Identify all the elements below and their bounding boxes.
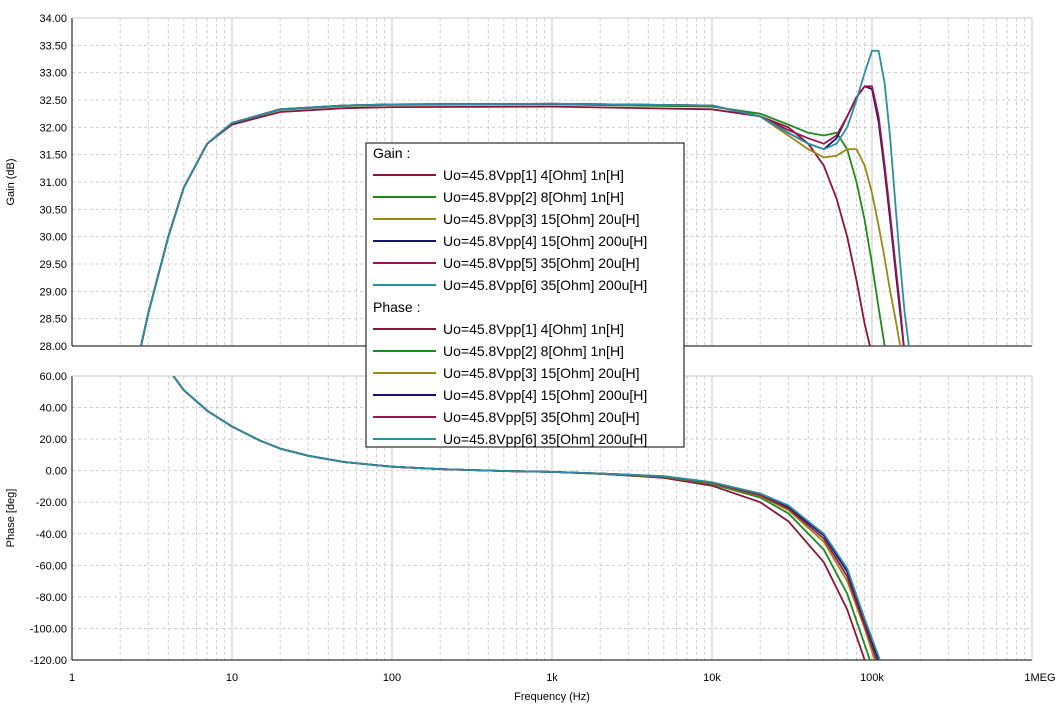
x-tick-label: 100k <box>860 672 884 684</box>
legend-entry: Uo=45.8Vpp[2] 8[Ohm] 1n[H] <box>443 189 624 205</box>
y-tick-label: 60.00 <box>39 371 67 383</box>
chart-root: Gain : Uo=45.8Vpp[1] 4[Ohm] 1n[H] Uo=45.8V… <box>0 0 1060 715</box>
y-tick-label: 32.50 <box>39 95 67 107</box>
y-tick-label: -60.00 <box>36 560 67 572</box>
y-tick-label: 30.50 <box>39 204 67 216</box>
x-tick-label: 10k <box>703 672 721 684</box>
y-tick-label: 40.00 <box>39 403 67 415</box>
y-tick-label: 28.00 <box>39 341 67 353</box>
y-tick-label: 0.00 <box>46 466 67 478</box>
legend-entry: Uo=45.8Vpp[1] 4[Ohm] 1n[H] <box>443 167 624 183</box>
legend-title: Gain : <box>373 145 410 161</box>
y-tick-label: 20.00 <box>39 434 67 446</box>
y-tick-label: -80.00 <box>36 592 67 604</box>
x-tick-label: 1 <box>69 672 75 684</box>
legend-entry: Uo=45.8Vpp[4] 15[Ohm] 200u[H] <box>443 233 647 249</box>
legend-entry: Uo=45.8Vpp[3] 15[Ohm] 20u[H] <box>443 365 640 381</box>
legend-entry: Uo=45.8Vpp[6] 35[Ohm] 200u[H] <box>443 277 647 293</box>
y-tick-label: 31.50 <box>39 150 67 162</box>
bode-plot: Gain : Uo=45.8Vpp[1] 4[Ohm] 1n[H] Uo=45.8V… <box>5 13 1056 703</box>
x-tick-label: 1k <box>546 672 558 684</box>
y-tick-label: 29.50 <box>39 259 67 271</box>
y-tick-label: -100.00 <box>30 623 67 635</box>
legend-entry: Uo=45.8Vpp[3] 15[Ohm] 20u[H] <box>443 211 640 227</box>
x-tick-label: 10 <box>226 672 238 684</box>
y-tick-label: -20.00 <box>36 497 67 509</box>
y-tick-label: 32.00 <box>39 122 67 134</box>
y-tick-label: -120.00 <box>30 655 67 667</box>
x-tick-label: 100 <box>383 672 401 684</box>
legend-title: Phase : <box>373 299 420 315</box>
legend-entry: Uo=45.8Vpp[1] 4[Ohm] 1n[H] <box>443 321 624 337</box>
legend-entry: Uo=45.8Vpp[6] 35[Ohm] 200u[H] <box>443 431 647 447</box>
x-tick-label: 1MEG <box>1024 672 1055 684</box>
legend-layer: Gain : Uo=45.8Vpp[1] 4[Ohm] 1n[H] Uo=45.8V… <box>365 142 685 448</box>
y-axis-label: Gain (dB) <box>5 158 17 205</box>
legend-entry: Uo=45.8Vpp[2] 8[Ohm] 1n[H] <box>443 343 624 359</box>
legend-entry: Uo=45.8Vpp[4] 15[Ohm] 200u[H] <box>443 387 647 403</box>
y-tick-label: 28.50 <box>39 314 67 326</box>
y-tick-label: -40.00 <box>36 529 67 541</box>
y-tick-label: 33.50 <box>39 40 67 52</box>
x-axis-label: Frequency (Hz) <box>514 691 590 703</box>
y-tick-label: 29.00 <box>39 286 67 298</box>
y-tick-label: 33.00 <box>39 68 67 80</box>
legend-entry: Uo=45.8Vpp[5] 35[Ohm] 20u[H] <box>443 409 640 425</box>
y-tick-label: 31.00 <box>39 177 67 189</box>
y-tick-label: 30.00 <box>39 232 67 244</box>
legend-entry: Uo=45.8Vpp[5] 35[Ohm] 20u[H] <box>443 255 640 271</box>
y-axis-label: Phase [deg] <box>5 489 17 548</box>
y-tick-label: 34.00 <box>39 13 67 25</box>
